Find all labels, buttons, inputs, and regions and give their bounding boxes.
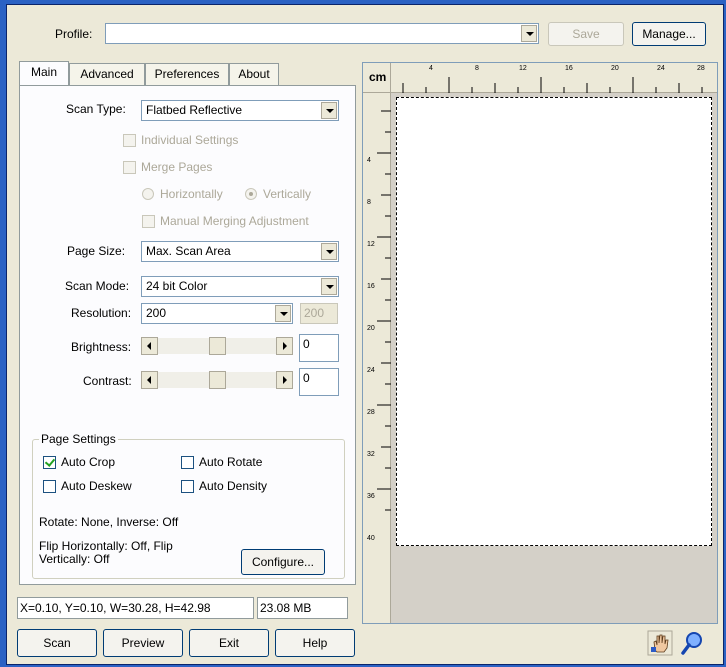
profile-label: Profile: bbox=[55, 27, 93, 41]
left-tick-label: 16 bbox=[367, 283, 375, 290]
manual-merging-checkbox[interactable] bbox=[142, 215, 155, 228]
merge-pages-label: Merge Pages bbox=[141, 160, 213, 174]
top-tick-label: 16 bbox=[565, 65, 573, 72]
zoom-icon[interactable] bbox=[679, 630, 705, 656]
main-tab-panel: Scan Type: Flatbed Reflective Individual… bbox=[19, 85, 356, 585]
scan-mode-select[interactable]: 24 bit Color bbox=[141, 276, 339, 297]
rotate-info: Rotate: None, Inverse: Off bbox=[39, 515, 179, 529]
scanner-window: Profile: Save Manage... Main Advanced Pr… bbox=[6, 4, 724, 665]
profile-select[interactable] bbox=[105, 23, 539, 44]
auto-rotate-checkbox[interactable] bbox=[181, 456, 194, 469]
left-tick-label: 12 bbox=[367, 241, 375, 248]
chevron-down-icon bbox=[321, 102, 337, 119]
contrast-thumb[interactable] bbox=[208, 371, 226, 389]
configure-button[interactable]: Configure... bbox=[241, 549, 325, 575]
vertically-radio[interactable] bbox=[245, 188, 257, 200]
page-size-select[interactable]: Max. Scan Area bbox=[141, 241, 339, 262]
coordinates-readout: X=0.10, Y=0.10, W=30.28, H=42.98 bbox=[17, 597, 254, 619]
left-tick-label: 24 bbox=[367, 367, 375, 374]
resolution-label: Resolution: bbox=[71, 306, 132, 320]
brightness-slider[interactable] bbox=[141, 336, 293, 357]
top-tick-label: 28 bbox=[697, 65, 705, 72]
exit-button[interactable]: Exit bbox=[189, 629, 269, 657]
brightness-label: Brightness: bbox=[71, 340, 132, 354]
left-tick-label: 32 bbox=[367, 451, 375, 458]
top-tick-label: 8 bbox=[475, 65, 479, 72]
left-tick-label: 8 bbox=[367, 199, 371, 206]
auto-density-label: Auto Density bbox=[199, 479, 268, 493]
arrow-right-icon[interactable] bbox=[276, 337, 293, 355]
help-button[interactable]: Help bbox=[275, 629, 355, 657]
save-button[interactable]: Save bbox=[548, 22, 624, 46]
auto-deskew-checkbox[interactable] bbox=[43, 480, 56, 493]
manual-merging-label: Manual Merging Adjustment bbox=[160, 214, 309, 228]
brightness-field[interactable]: 0 bbox=[299, 334, 339, 362]
tab-advanced[interactable]: Advanced bbox=[69, 63, 145, 85]
tab-preferences[interactable]: Preferences bbox=[145, 63, 229, 85]
file-size-readout: 23.08 MB bbox=[257, 597, 348, 619]
manage-button[interactable]: Manage... bbox=[632, 22, 706, 46]
arrow-left-icon[interactable] bbox=[141, 337, 158, 355]
preview-button[interactable]: Preview bbox=[103, 629, 183, 657]
individual-settings-checkbox[interactable] bbox=[123, 134, 136, 147]
page-size-label: Page Size: bbox=[67, 244, 126, 258]
scan-type-select[interactable]: Flatbed Reflective bbox=[141, 100, 339, 121]
flip-info-line1: Flip Horizontally: Off, Flip bbox=[39, 539, 173, 553]
resolution-custom-field[interactable]: 200 bbox=[300, 303, 338, 324]
ruler-unit-box: cm bbox=[363, 63, 391, 93]
auto-crop-checkbox[interactable] bbox=[43, 456, 56, 469]
chevron-down-icon bbox=[275, 305, 291, 322]
page-settings-group: Page Settings Auto Crop Auto Rotate Auto… bbox=[32, 432, 345, 579]
horizontally-radio[interactable] bbox=[142, 188, 154, 200]
chevron-down-icon bbox=[521, 25, 537, 42]
vertically-label: Vertically bbox=[263, 187, 312, 201]
auto-deskew-label: Auto Deskew bbox=[61, 479, 132, 493]
left-tick-label: 36 bbox=[367, 493, 375, 500]
scan-area[interactable] bbox=[396, 97, 712, 546]
merge-pages-checkbox[interactable] bbox=[123, 161, 136, 174]
individual-settings-label: Individual Settings bbox=[141, 133, 239, 147]
scan-button[interactable]: Scan bbox=[17, 629, 97, 657]
contrast-field[interactable]: 0 bbox=[299, 368, 339, 396]
scan-mode-label: Scan Mode: bbox=[65, 279, 130, 293]
ruler-unit: cm bbox=[369, 70, 387, 84]
scan-type-label: Scan Type: bbox=[66, 102, 126, 116]
flip-info-line2: Vertically: Off bbox=[39, 552, 110, 566]
preview-area: cm 4 8 12 16 20 24 28 4 8 12 16 20 24 28… bbox=[362, 62, 718, 624]
tab-main[interactable]: Main bbox=[19, 61, 69, 85]
left-tick-label: 28 bbox=[367, 409, 375, 416]
hand-icon[interactable] bbox=[647, 630, 673, 656]
page-settings-title: Page Settings bbox=[39, 432, 118, 446]
arrow-right-icon[interactable] bbox=[276, 371, 293, 389]
horizontally-label: Horizontally bbox=[160, 187, 223, 201]
top-tick-label: 20 bbox=[611, 65, 619, 72]
top-tick-label: 24 bbox=[657, 65, 665, 72]
arrow-left-icon[interactable] bbox=[141, 371, 158, 389]
left-tick-label: 40 bbox=[367, 535, 375, 542]
chevron-down-icon bbox=[321, 243, 337, 260]
contrast-label: Contrast: bbox=[83, 374, 132, 388]
resolution-select[interactable]: 200 bbox=[141, 303, 293, 324]
top-tick-label: 12 bbox=[519, 65, 527, 72]
tab-about[interactable]: About bbox=[229, 63, 279, 85]
auto-crop-label: Auto Crop bbox=[61, 455, 116, 469]
left-tick-label: 20 bbox=[367, 325, 375, 332]
left-tick-label: 4 bbox=[367, 157, 371, 164]
auto-rotate-label: Auto Rotate bbox=[199, 455, 263, 469]
top-tick-label: 4 bbox=[429, 65, 433, 72]
chevron-down-icon bbox=[321, 278, 337, 295]
brightness-thumb[interactable] bbox=[208, 337, 226, 355]
auto-density-checkbox[interactable] bbox=[181, 480, 194, 493]
contrast-slider[interactable] bbox=[141, 370, 293, 391]
